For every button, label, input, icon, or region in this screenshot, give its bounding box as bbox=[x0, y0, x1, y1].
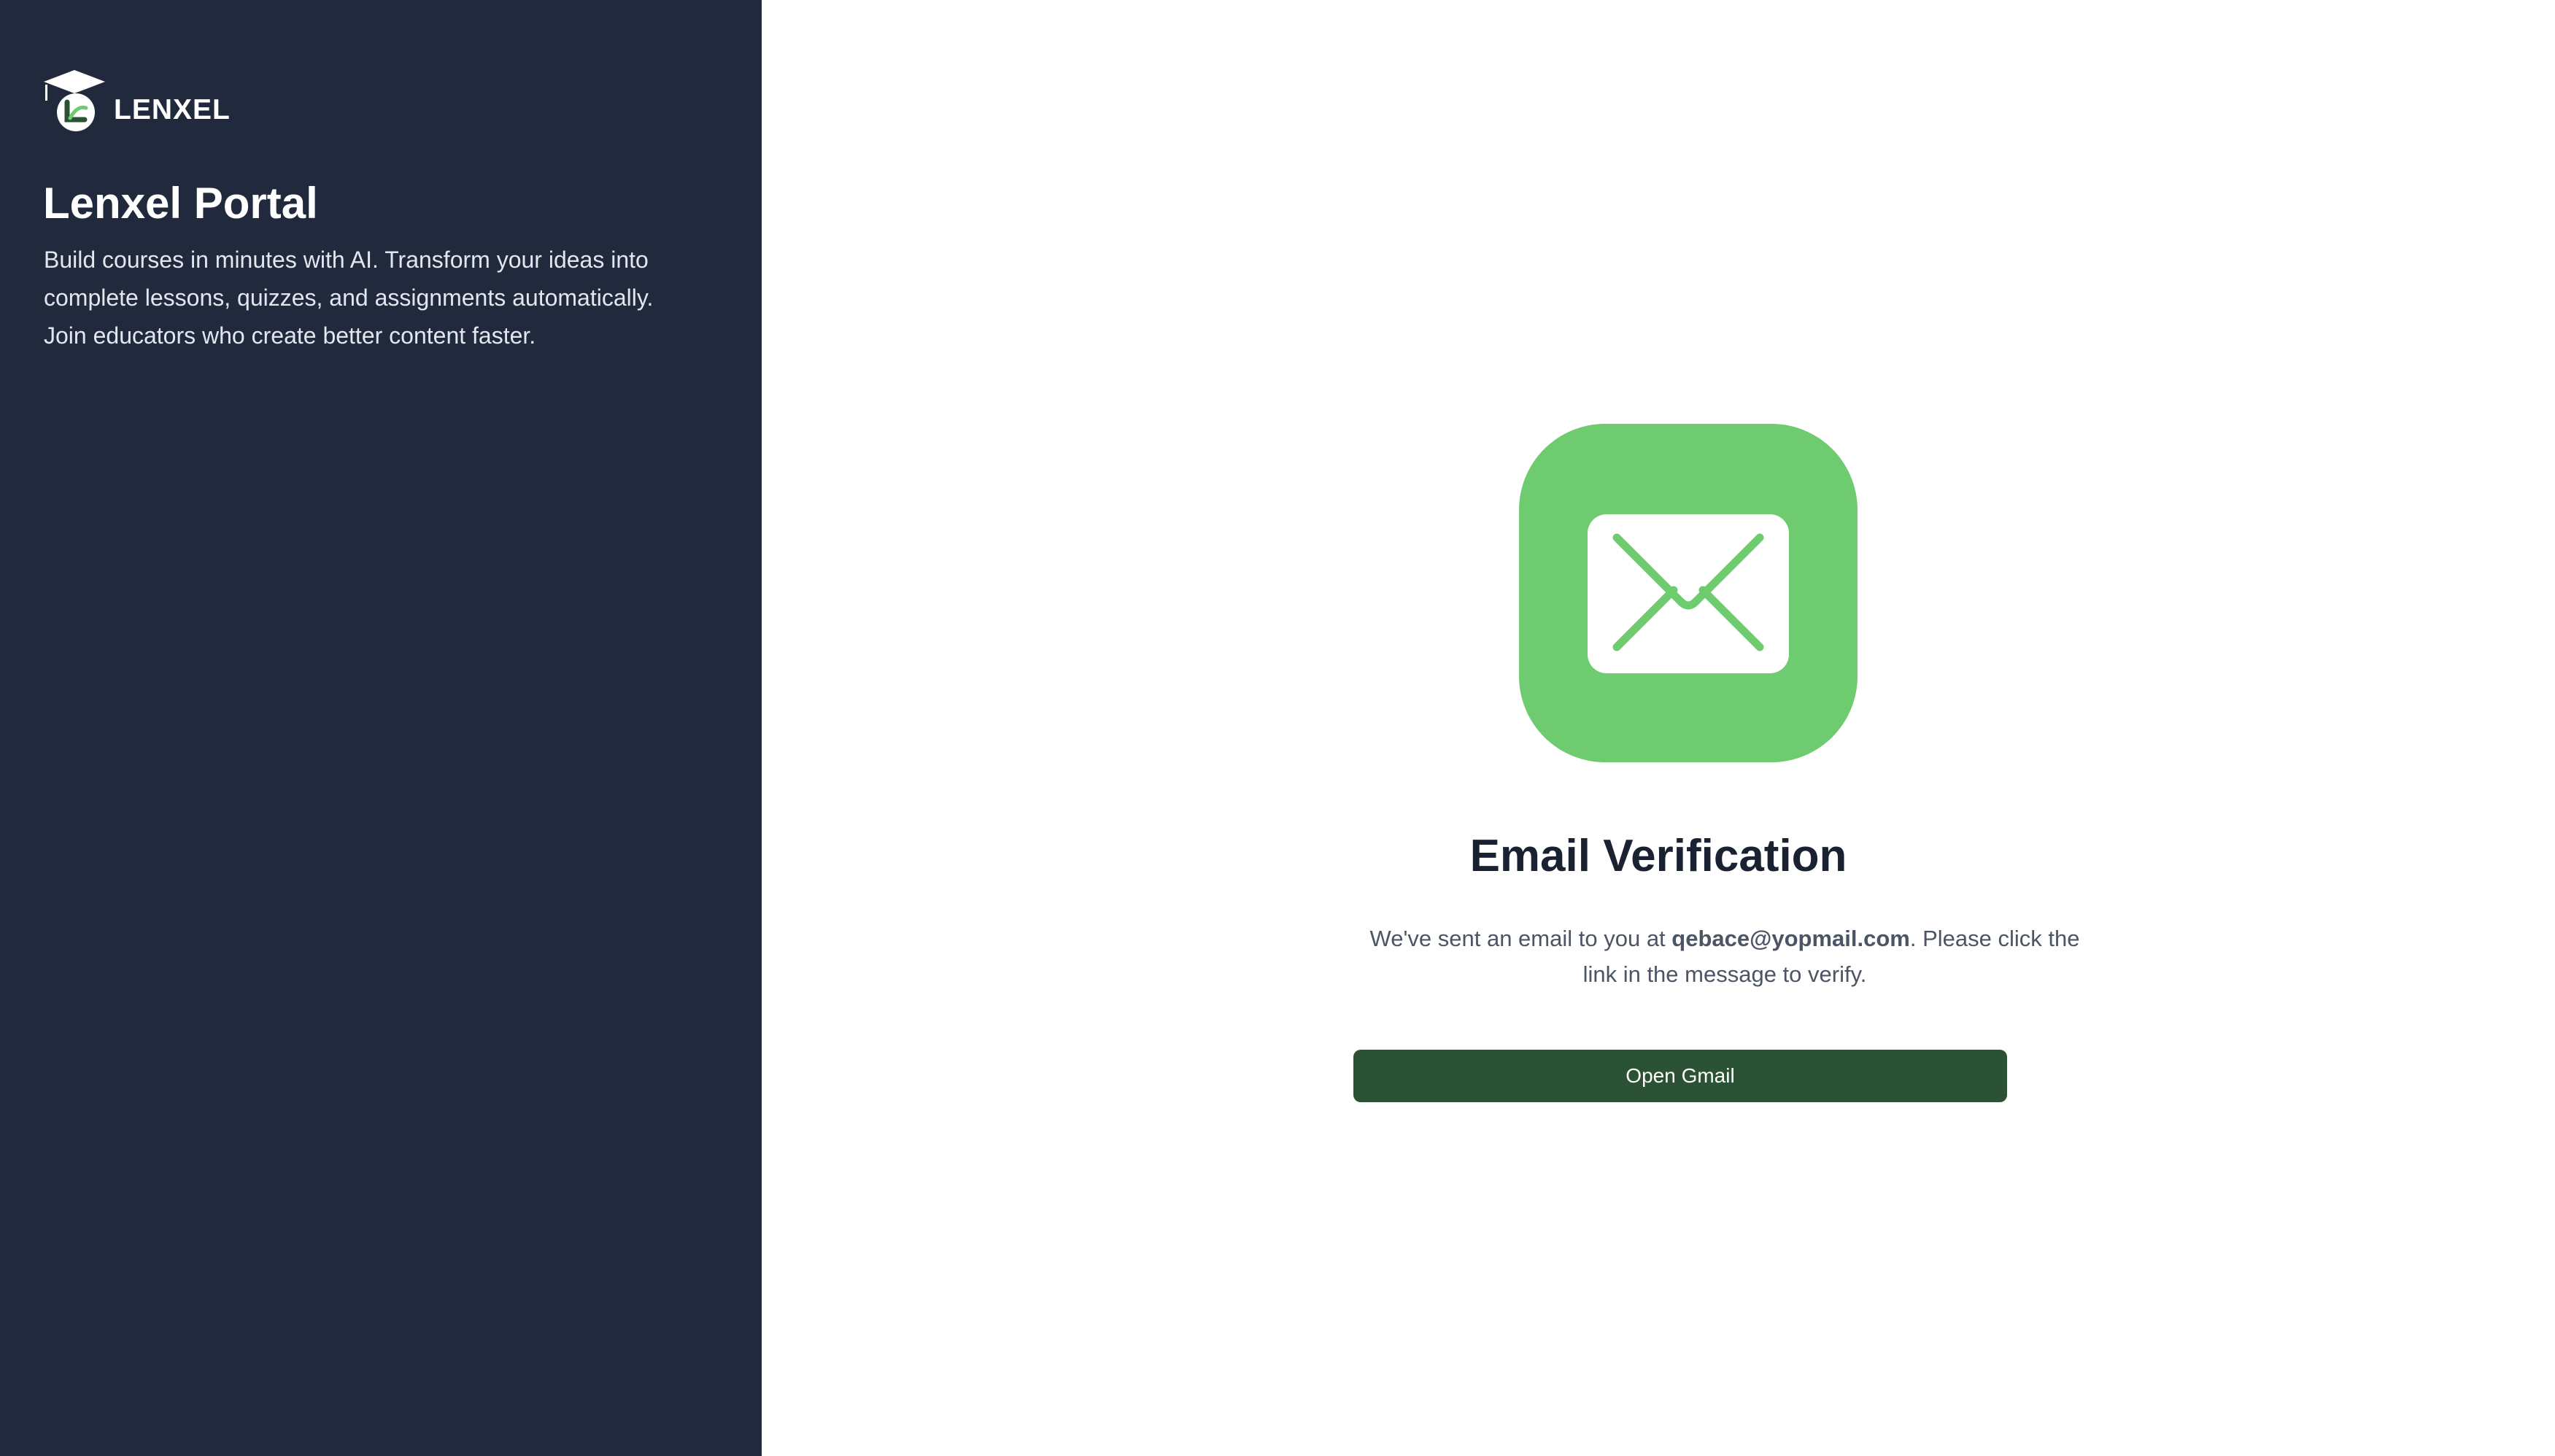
brand-name: LENXEL bbox=[114, 94, 231, 125]
envelope-icon bbox=[1519, 424, 1858, 762]
verification-message: We've sent an email to you at qebace@yop… bbox=[1360, 921, 2090, 992]
sidebar-panel: LENXEL Lenxel Portal Build courses in mi… bbox=[0, 0, 762, 1456]
verification-email: qebace@yopmail.com bbox=[1671, 926, 1910, 951]
open-gmail-button[interactable]: Open Gmail bbox=[1353, 1050, 2007, 1102]
main-content: Email Verification We've sent an email t… bbox=[762, 0, 2555, 1456]
verification-title: Email Verification bbox=[1469, 831, 1847, 881]
portal-description: Build courses in minutes with AI. Transf… bbox=[44, 247, 654, 349]
portal-title: Lenxel Portal bbox=[43, 179, 318, 228]
app-root: LENXEL Lenxel Portal Build courses in mi… bbox=[0, 0, 2555, 1456]
message-prefix: We've sent an email to you at bbox=[1369, 926, 1672, 951]
graduation-cap-icon bbox=[42, 67, 107, 134]
brand-logo: LENXEL bbox=[42, 67, 231, 134]
